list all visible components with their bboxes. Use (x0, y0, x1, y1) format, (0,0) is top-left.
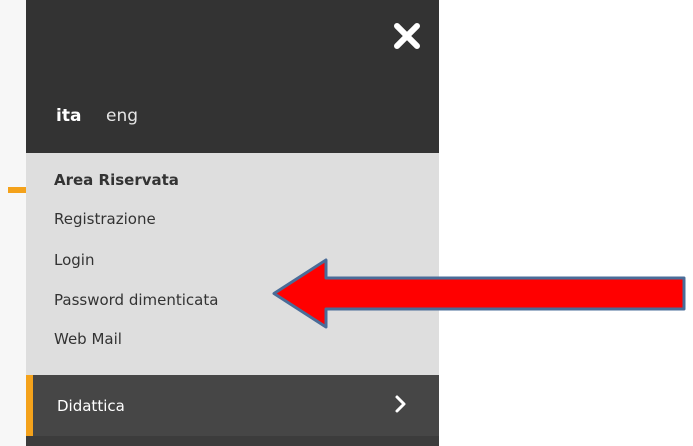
menu-link-login[interactable]: Login (54, 251, 94, 269)
menu-link-password-dimenticata[interactable]: Password dimenticata (54, 291, 218, 309)
menu-link-web-mail[interactable]: Web Mail (54, 330, 122, 348)
page-background (0, 0, 26, 446)
close-button[interactable] (393, 22, 421, 50)
menu-link-registrazione[interactable]: Registrazione (54, 210, 156, 228)
language-ita[interactable]: ita (56, 106, 81, 126)
menu-item-didattica[interactable]: Didattica (26, 375, 439, 436)
reserved-area-title: Area Riservata (54, 171, 179, 189)
language-eng[interactable]: eng (106, 106, 138, 126)
red-arrow-annotation (272, 258, 686, 329)
page-accent-line (8, 187, 26, 193)
chevron-right-icon (395, 395, 406, 413)
menu-header: ita eng (26, 0, 439, 153)
didattica-label: Didattica (57, 397, 125, 415)
didattica-accent-bar (26, 375, 33, 436)
mobile-menu-panel: ita eng Area Riservata Registrazione Log… (26, 0, 439, 446)
menu-footer: Didattica (26, 375, 439, 446)
close-icon (394, 23, 420, 49)
